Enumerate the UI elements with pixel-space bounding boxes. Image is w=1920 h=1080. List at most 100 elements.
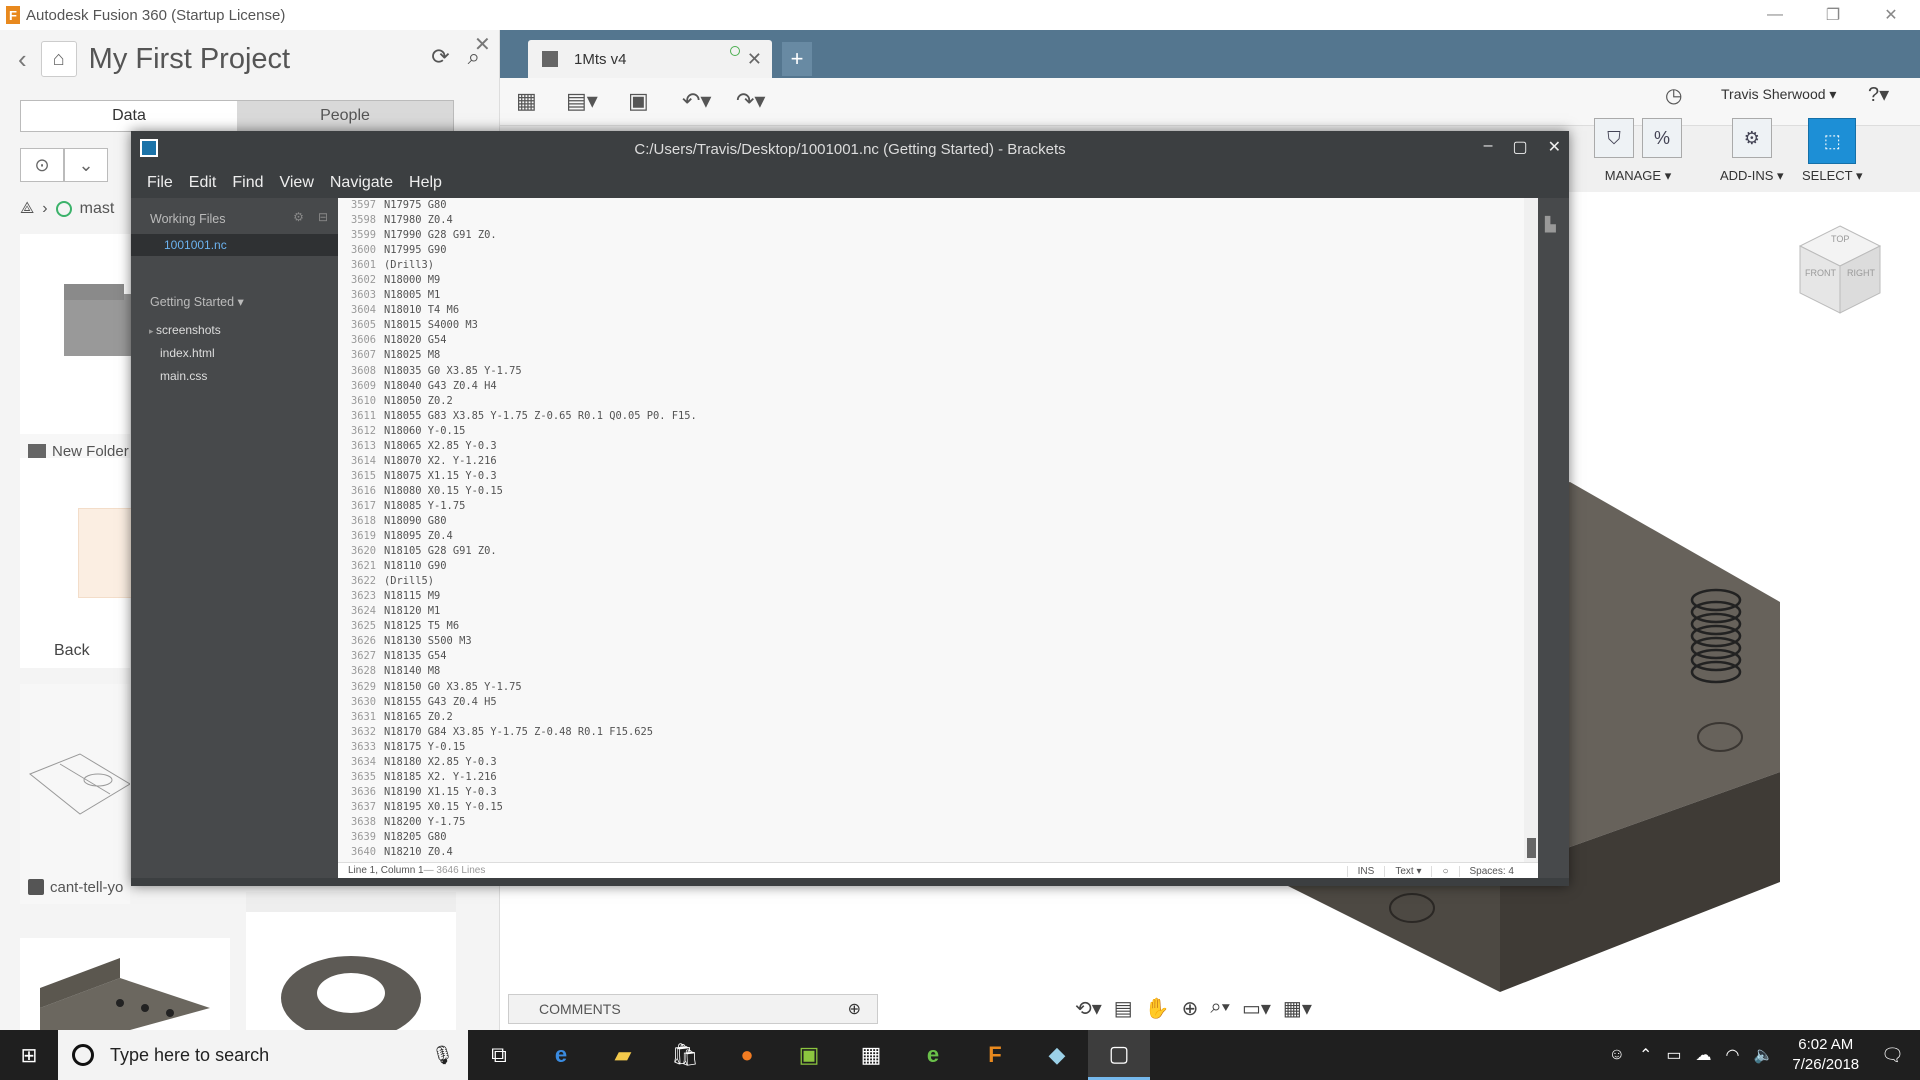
code-line[interactable]: 3633 N18175 Y-0.15 [338,740,1518,755]
code-line[interactable]: 3636 N18190 X1.15 Y-0.3 [338,785,1518,800]
working-file-item[interactable]: 1001001.nc [131,234,338,256]
close-panel-icon[interactable]: ✕ [474,32,491,57]
menu-find[interactable]: Find [232,174,263,192]
code-line[interactable]: 3599 N17990 G28 G91 Z0. [338,228,1518,243]
breadcrumb-branch[interactable]: mast [80,200,115,218]
code-line[interactable]: 3635 N18185 X2. Y-1.216 [338,770,1518,785]
code-line[interactable]: 3638 N18200 Y-1.75 [338,815,1518,830]
linter-status-icon[interactable]: ○ [1431,865,1458,877]
addins-script-icon[interactable]: ⚙ [1731,118,1772,158]
viewcube[interactable]: TOP FRONT RIGHT [1795,218,1885,318]
model-tile[interactable]: cant-tell-yo [20,684,130,904]
help-icon[interactable]: ?▾ [1868,82,1889,107]
tab-people[interactable]: People [237,101,453,131]
code-line[interactable]: 3618 N18090 G80 [338,514,1518,529]
addins-label[interactable]: ADD-INS ▾ [1720,168,1784,184]
code-line[interactable]: 3605 N18015 S4000 M3 [338,318,1518,333]
close-button[interactable]: ✕ [1862,0,1920,30]
code-line[interactable]: 3613 N18065 X2.85 Y-0.3 [338,439,1518,454]
code-line[interactable]: 3629 N18150 G0 X3.85 Y-1.75 [338,680,1518,695]
document-tab[interactable]: 1Mts v4 ✕ [528,40,772,78]
code-line[interactable]: 3617 N18085 Y-1.75 [338,499,1518,514]
code-line[interactable]: 3610 N18050 Z0.2 [338,394,1518,409]
volume-icon[interactable]: 🔈 [1753,1045,1773,1065]
folder-tile[interactable]: New Folder [20,234,144,468]
code-line[interactable]: 3609 N18040 G43 Z0.4 H4 [338,379,1518,394]
tree-file-index[interactable]: index.html [160,346,215,360]
scrollbar-thumb[interactable] [1527,838,1536,858]
file-explorer-icon[interactable]: ▰ [592,1030,654,1080]
maximize-button[interactable]: ▢ [1512,137,1527,157]
edge-icon[interactable]: e [530,1030,592,1080]
back-tile[interactable]: Back [20,458,138,668]
code-line[interactable]: 3598 N17980 Z0.4 [338,213,1518,228]
grid-settings-icon[interactable]: ▦▾ [1283,996,1312,1021]
app-e-green-icon[interactable]: e [902,1030,964,1080]
code-line[interactable]: 3612 N18060 Y-0.15 [338,424,1518,439]
display-settings-icon[interactable]: ▭▾ [1242,996,1271,1021]
task-view-icon[interactable]: ⧉ [468,1030,530,1080]
save-icon[interactable]: ▣ [628,88,649,114]
tab-data[interactable]: Data [21,101,237,131]
app-green-icon[interactable]: ▣ [778,1030,840,1080]
pan-icon[interactable]: ✋ [1145,996,1170,1021]
code-line[interactable]: 3601 (Drill3) [338,258,1518,273]
code-line[interactable]: 3628 N18140 M8 [338,664,1518,679]
code-line[interactable]: 3619 N18095 Z0.4 [338,529,1518,544]
addins-group[interactable]: ⚙ ADD-INS ▾ [1720,118,1784,184]
chevron-down-icon[interactable]: ⌄ [64,148,108,182]
tree-file-main-css[interactable]: main.css [160,369,207,383]
code-line[interactable]: 3625 N18125 T5 M6 [338,619,1518,634]
start-button[interactable]: ⊞ [0,1030,58,1080]
undo-icon[interactable]: ↶▾ [682,88,711,114]
code-line[interactable]: 3627 N18135 G54 [338,649,1518,664]
insert-mode-toggle[interactable]: INS [1346,865,1385,877]
tree-folder-screenshots[interactable]: ▸ screenshots [149,323,221,337]
project-dropdown[interactable]: Getting Started ▾ [150,294,244,309]
code-line[interactable]: 3602 N18000 M9 [338,273,1518,288]
split-view-icon[interactable]: ⊟ [318,210,328,224]
select-box-icon[interactable]: ⬚ [1808,118,1857,164]
orbit-icon[interactable]: ⟲▾ [1075,996,1102,1021]
new-tab-button[interactable]: + [782,42,812,76]
code-line[interactable]: 3639 N18205 G80 [338,830,1518,845]
close-tab-icon[interactable]: ✕ [747,49,762,70]
user-menu[interactable]: Travis Sherwood ▾ [1721,86,1836,103]
comments-bar[interactable]: COMMENTS ⊕ [508,994,878,1024]
battery-icon[interactable]: ▭ [1666,1045,1681,1065]
code-line[interactable]: 3611 N18055 G83 X3.85 Y-1.75 Z-0.65 R0.1 … [338,409,1518,424]
select-group[interactable]: ⬚ SELECT ▾ [1802,118,1862,184]
code-line[interactable]: 3606 N18020 G54 [338,333,1518,348]
code-line[interactable]: 3626 N18130 S500 M3 [338,634,1518,649]
code-line[interactable]: 3623 N18115 M9 [338,589,1518,604]
code-line[interactable]: 3603 N18005 M1 [338,288,1518,303]
zoom-icon[interactable]: ⊕ [1182,996,1199,1021]
manage-group[interactable]: ⛉ % MANAGE ▾ [1594,118,1682,184]
refresh-icon[interactable]: ⟳ [431,44,449,70]
code-line[interactable]: 3608 N18035 G0 X3.85 Y-1.75 [338,364,1518,379]
menu-edit[interactable]: Edit [189,174,217,192]
fit-icon[interactable]: ⌕▾ [1210,996,1230,1021]
manage-percent-icon[interactable]: % [1642,118,1682,158]
code-line[interactable]: 3640 N18210 Z0.4 [338,845,1518,860]
wifi-icon[interactable]: ◠ [1726,1045,1740,1065]
manage-label[interactable]: MANAGE ▾ [1605,168,1671,184]
viewcube-right-label[interactable]: RIGHT [1847,268,1875,278]
select-label[interactable]: SELECT ▾ [1802,168,1862,184]
code-line[interactable]: 3632 N18170 G84 X3.85 Y-1.75 Z-0.48 R0.1 … [338,725,1518,740]
code-line[interactable]: 3622 (Drill5) [338,574,1518,589]
back-arrow-icon[interactable]: ‹ [18,44,27,75]
code-line[interactable]: 3615 N18075 X1.15 Y-0.3 [338,469,1518,484]
code-line[interactable]: 3624 N18120 M1 [338,604,1518,619]
close-button[interactable]: ✕ [1548,137,1561,157]
code-area[interactable]: 3597 N17975 G80 3598 N17980 Z0.4 3599 N17990 … [338,198,1518,862]
code-line[interactable]: 3600 N17995 G90 [338,243,1518,258]
onedrive-icon[interactable]: ☁ [1696,1045,1712,1065]
redo-icon[interactable]: ↷▾ [736,88,765,114]
job-status-icon[interactable]: ◷ [1665,83,1682,108]
code-line[interactable]: 3634 N18180 X2.85 Y-0.3 [338,755,1518,770]
taskbar-search[interactable]: Type here to search 🎙 [58,1030,468,1080]
code-line[interactable]: 3616 N18080 X0.15 Y-0.15 [338,484,1518,499]
file-menu-icon[interactable]: ▤▾ [566,88,598,114]
minimize-button[interactable]: – [1484,137,1493,157]
